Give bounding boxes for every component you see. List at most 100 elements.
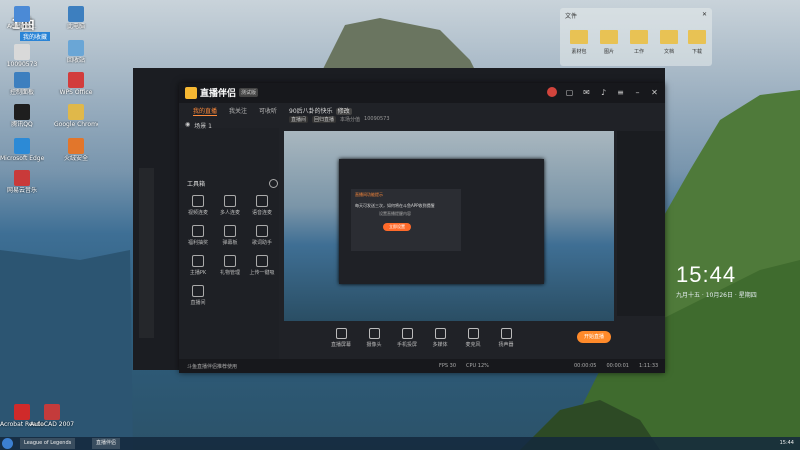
desktop-icon[interactable]: Microsoft Edge xyxy=(0,138,44,162)
tool-pk[interactable]: 主播PK xyxy=(183,255,213,276)
mail-icon[interactable]: ✉ xyxy=(582,88,591,97)
microphone-icon xyxy=(467,328,479,339)
desktop-icons: Adminis... 此电脑 10090573 回收站 控制面板 WPS Off… xyxy=(0,0,100,440)
qq-icon xyxy=(14,104,30,120)
lyrics-icon xyxy=(256,225,268,237)
files-widget: 文件 ✕ 素材包 图片 工作 文档 下载 xyxy=(560,8,712,66)
source-toolbar: 直播屏幕 摄像头 手机投屏 多媒体 麦克风 扬声器 xyxy=(329,328,518,348)
desktop-icon[interactable]: 回收站 xyxy=(54,40,98,64)
status-clock: 1:11:33 xyxy=(638,363,659,369)
logo-icon xyxy=(185,86,197,99)
tool-upload[interactable]: 上传一键吸 xyxy=(247,255,277,276)
desktop-icon[interactable]: AutoCAD 2007 xyxy=(30,404,74,428)
desktop-icon[interactable]: 10090573 xyxy=(0,44,44,68)
tool-gift[interactable]: 礼物管理 xyxy=(215,255,245,276)
folder-label: 图片 xyxy=(603,49,614,55)
dialog-sub: 设置直播提醒内容 xyxy=(379,211,411,216)
tool-voice-link[interactable]: 语音连麦 xyxy=(247,195,277,216)
tools-title: 工具箱 xyxy=(187,181,206,188)
speaker-button[interactable]: 扬声器 xyxy=(494,328,518,348)
close-icon[interactable]: ✕ xyxy=(650,88,659,97)
meta-text: 本场分值 xyxy=(340,117,361,123)
edge-icon xyxy=(14,138,30,154)
microphone-button[interactable]: 麦克风 xyxy=(461,328,485,348)
meta-pill[interactable]: 直播间 xyxy=(289,116,309,123)
eye-icon[interactable]: ◉ xyxy=(185,121,190,130)
start-live-button[interactable]: 开始直播 xyxy=(577,331,611,343)
room-title-text: 90后八卦的快乐 xyxy=(289,108,333,115)
tool-lyrics[interactable]: 歌词助手 xyxy=(247,225,277,246)
tool-multi-link[interactable]: 多人连麦 xyxy=(215,195,245,216)
desktop-icon[interactable]: Adminis... xyxy=(0,6,44,30)
clock-date: 九月十五 · 10月26日 · 星期四 xyxy=(676,292,757,299)
media-icon xyxy=(434,328,446,339)
right-panel xyxy=(617,131,665,316)
meta-text: 10090573 xyxy=(364,116,390,122)
computer-icon xyxy=(68,6,84,22)
desktop-icon[interactable]: 腾讯QQ xyxy=(0,104,44,128)
tool-lottery[interactable]: 福利抽奖 xyxy=(183,225,213,246)
dialog-confirm-button[interactable]: 立即设置 xyxy=(383,223,411,231)
monitor-icon xyxy=(335,328,347,339)
folder-icon[interactable] xyxy=(630,30,648,44)
gear-icon[interactable] xyxy=(269,179,278,188)
media-button[interactable]: 多媒体 xyxy=(428,328,452,348)
edit-room-button[interactable]: 修改 xyxy=(335,108,352,115)
close-icon[interactable]: ✕ xyxy=(702,11,707,20)
folder-icon[interactable] xyxy=(600,30,618,44)
speaker-icon xyxy=(500,328,512,339)
phone-icon xyxy=(401,328,413,339)
folder-label: 下载 xyxy=(691,49,702,55)
folder-icon[interactable] xyxy=(660,30,678,44)
left-panel xyxy=(179,128,279,373)
clock-widget: 15:44 九月十五 · 10月26日 · 星期四 xyxy=(676,262,776,372)
task-lol[interactable]: League of Legends xyxy=(20,438,76,449)
desktop-icon[interactable]: 此电脑 xyxy=(54,6,98,30)
music-icon xyxy=(14,170,30,186)
tool-danmaku[interactable]: 弹幕板 xyxy=(215,225,245,246)
minimize-icon[interactable]: – xyxy=(633,88,642,97)
app-name: 直播伴侣 xyxy=(200,89,237,99)
main-tabs: 我的直播 我关注 可收听 xyxy=(193,106,277,116)
tool-room[interactable]: 直播间 xyxy=(183,285,213,306)
game-sidebar xyxy=(139,168,154,338)
home-icon xyxy=(192,285,204,297)
camera-button[interactable]: 摄像头 xyxy=(362,328,386,348)
stream-preview[interactable]: 直播间功能提示 每天可发送三次，如何将在斗鱼APP收到提醒 设置直播提醒内容 立… xyxy=(284,131,614,321)
desktop-icon[interactable]: WPS Office xyxy=(54,72,98,96)
video-icon xyxy=(192,195,204,207)
bell-icon[interactable]: ♪ xyxy=(599,88,608,97)
menu-icon[interactable]: ≡ xyxy=(616,88,625,97)
gift-icon[interactable]: ▢ xyxy=(565,88,574,97)
start-icon[interactable] xyxy=(2,438,13,449)
tool-video-link[interactable]: 视频连麦 xyxy=(183,195,213,216)
voice-icon xyxy=(256,195,268,207)
phone-cast-button[interactable]: 手机投屏 xyxy=(395,328,419,348)
status-timer: 00:00:01 xyxy=(606,363,629,369)
dialog-body: 每天可发送三次，如何将在斗鱼APP收到提醒 xyxy=(355,203,435,208)
scene-label[interactable]: 场景 1 xyxy=(194,121,212,130)
screen-capture-button[interactable]: 直播屏幕 xyxy=(329,328,353,348)
tab-following[interactable]: 我关注 xyxy=(229,106,247,116)
folder-icon[interactable] xyxy=(688,30,706,44)
group-icon xyxy=(224,195,236,207)
task-live-assistant[interactable]: 直播伴侣 xyxy=(92,438,121,449)
desktop-icon[interactable]: 控制面板 xyxy=(0,72,44,96)
autocad-icon xyxy=(44,404,60,420)
chrome-icon xyxy=(68,104,84,120)
folder-icon[interactable] xyxy=(570,30,588,44)
desktop-icon[interactable]: 网易云音乐 xyxy=(0,170,44,194)
tab-listen[interactable]: 可收听 xyxy=(259,106,277,116)
gift-icon xyxy=(224,255,236,267)
folder-label: 工作 xyxy=(633,49,644,55)
tab-my-live[interactable]: 我的直播 xyxy=(193,106,218,116)
avatar[interactable] xyxy=(547,87,557,97)
security-icon xyxy=(68,138,84,154)
desktop-icon[interactable]: Google Chrome xyxy=(54,104,98,128)
files-title: 文件 xyxy=(565,13,578,20)
app-logo: 直播伴侣 测试版 xyxy=(185,86,259,99)
meta-pill[interactable]: 回归直播 xyxy=(312,116,337,123)
desktop-icon[interactable]: 火绒安全 xyxy=(54,138,98,162)
tray-clock[interactable]: 15:44 xyxy=(780,438,794,449)
prompt-dialog: 直播间功能提示 每天可发送三次，如何将在斗鱼APP收到提醒 设置直播提醒内容 立… xyxy=(351,189,461,251)
